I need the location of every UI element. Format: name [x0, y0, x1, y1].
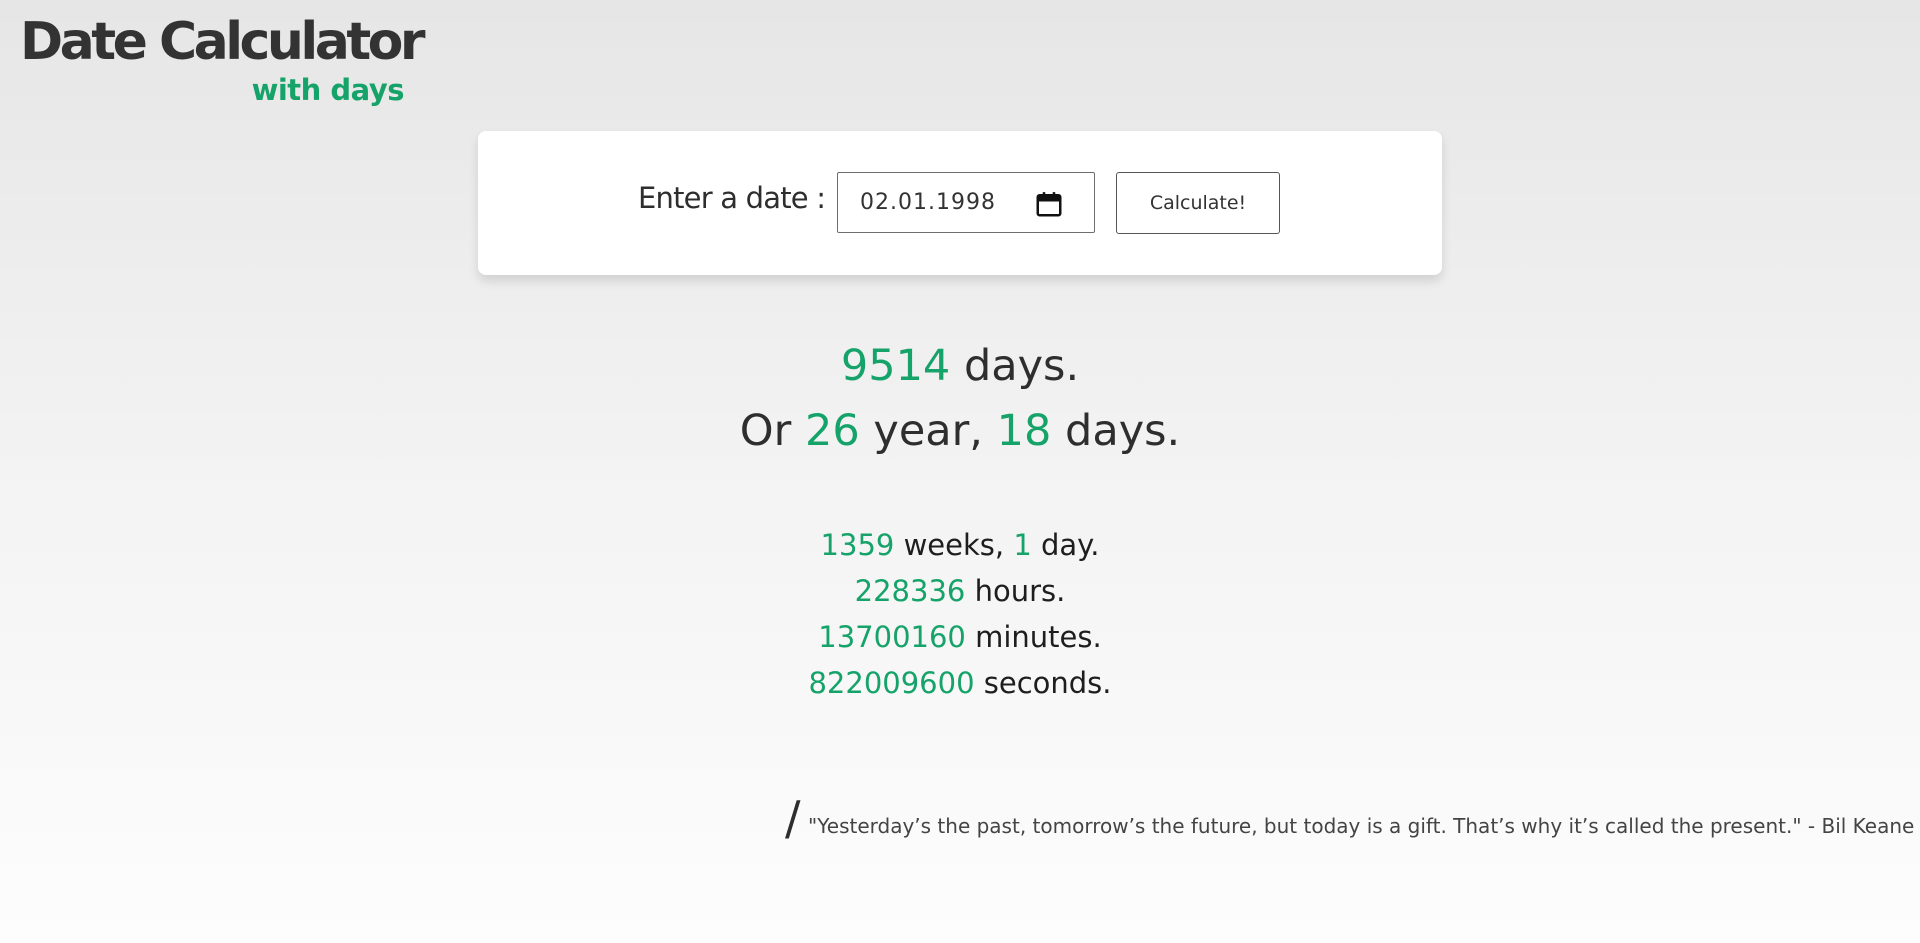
logo-subtitle: with days: [251, 73, 405, 107]
calculate-button[interactable]: Calculate!: [1116, 172, 1280, 234]
date-input[interactable]: 02.01.1998: [837, 172, 1095, 233]
minutes-unit: minutes.: [975, 620, 1102, 654]
calendar-icon[interactable]: [1034, 189, 1064, 219]
date-input-value: 02.01.1998: [860, 190, 996, 215]
logo-title: Date Calculator: [20, 12, 426, 72]
date-form-card: Enter a date : 02.01.1998 Calculate!: [478, 131, 1442, 275]
years-days-line: Or 26 year, 18 days.: [0, 406, 1920, 456]
minutes-line: 13700160 minutes.: [0, 620, 1920, 654]
weeks-unit: weeks,: [903, 528, 1005, 562]
seconds-value: 822009600: [808, 666, 975, 700]
or-text: Or: [739, 406, 792, 456]
hours-value: 228336: [854, 574, 966, 608]
date-label: Enter a date :: [638, 181, 826, 215]
seconds-unit: seconds.: [983, 666, 1112, 700]
quote-mark: /: [785, 791, 801, 845]
weeks-line: 1359 weeks, 1 day.: [0, 528, 1920, 562]
remaining-days-unit: days.: [1065, 406, 1181, 456]
remaining-days-value: 18: [996, 406, 1052, 456]
quote-text: "Yesterday’s the past, tomorrow’s the fu…: [808, 814, 1915, 838]
week-days-value: 1: [1013, 528, 1032, 562]
weeks-value: 1359: [820, 528, 895, 562]
hours-line: 228336 hours.: [0, 574, 1920, 608]
years-unit: year,: [873, 406, 983, 456]
minutes-value: 13700160: [818, 620, 966, 654]
years-value: 26: [804, 406, 860, 456]
logo: Date Calculator with days: [20, 12, 426, 107]
week-days-unit: day.: [1041, 528, 1100, 562]
total-days-unit: days.: [963, 341, 1080, 391]
total-days-line: 9514 days.: [0, 341, 1920, 391]
seconds-line: 822009600 seconds.: [0, 666, 1920, 700]
total-days-value: 9514: [840, 341, 951, 391]
hours-unit: hours.: [974, 574, 1066, 608]
